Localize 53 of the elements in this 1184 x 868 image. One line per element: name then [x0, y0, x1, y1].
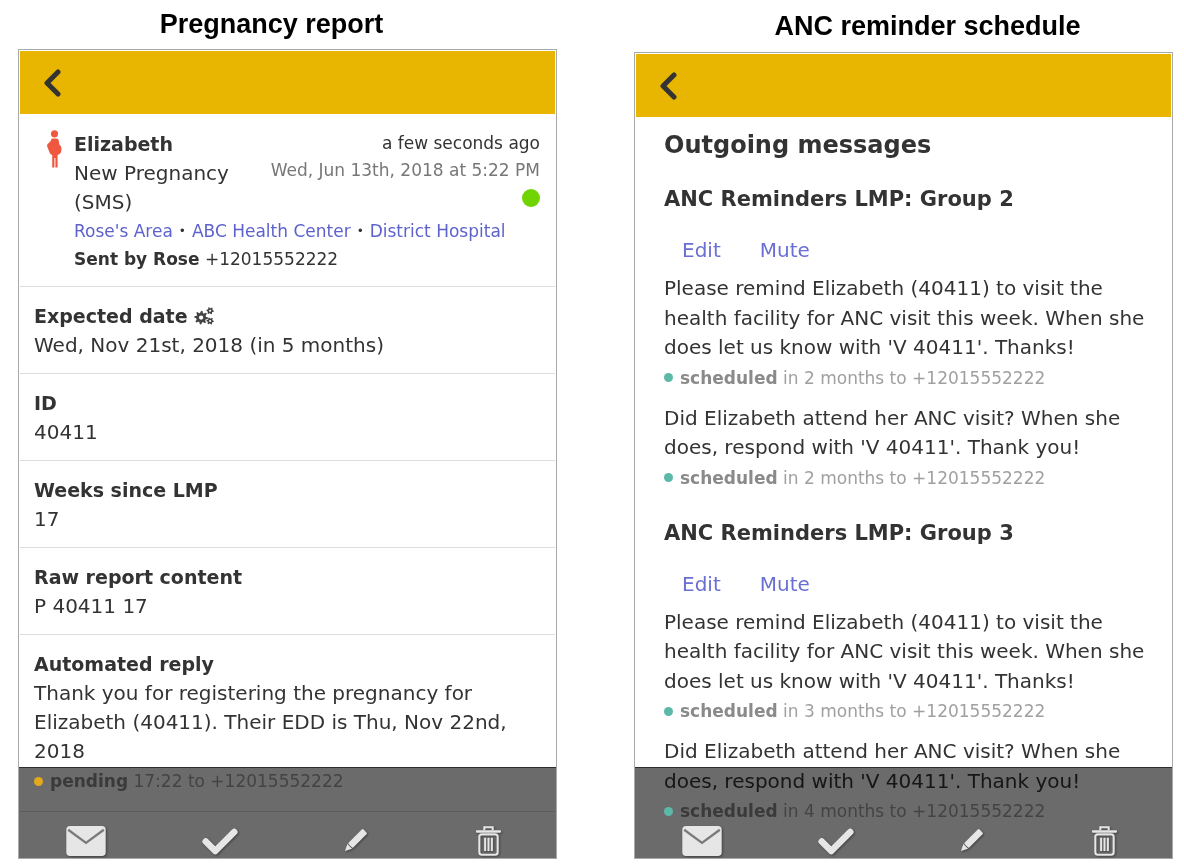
field-label: Automated reply	[34, 652, 214, 677]
trash-icon	[1091, 826, 1119, 856]
message-text: Did Elizabeth attend her ANC visit? When she does, respond with 'V 40411'. Thank you!	[664, 738, 1122, 795]
message-text: Did Elizabeth attend her ANC visit? When she does, respond with 'V 40411'. Thank you!	[664, 404, 1122, 461]
reply-text: Thank you for registering the pregnancy for Elizabeth (40411). Their EDD is Thu, Nov 22nd, 2018	[34, 680, 508, 765]
message-text: Please remind Elizabeth (40411) to visit the health facility for ANC visit this week. When she does let us know with 'V 40411'. Thanks!	[664, 608, 1146, 695]
field-value: 17	[34, 506, 60, 533]
place-link[interactable]: Rose's Area	[74, 217, 173, 245]
panel-caption: Pregnancy report	[159, 9, 384, 40]
field-label: Expected date	[34, 304, 188, 329]
group-title: ANC Reminders LMP: Group 2	[664, 186, 1014, 213]
message-text: Please remind Elizabeth (40411) to visit the health facility for ANC visit this week. When she does let us know with 'V 40411'. Thanks!	[664, 275, 1146, 361]
report-timestamp: Wed, Jun 13th, 2018 at 5:22 PM	[270, 159, 540, 182]
action-link[interactable]: Edit	[682, 235, 721, 265]
field-label: ID	[34, 391, 57, 416]
message-button[interactable]	[66, 826, 107, 856]
message-status: scheduled in 2 months to +12015552222	[680, 466, 1046, 490]
message-status: scheduled in 3 months to +12015552222	[680, 700, 1046, 723]
checkmark-icon	[202, 827, 239, 855]
place-link[interactable]: ABC Health Center	[191, 217, 351, 245]
action-link[interactable]: Edit	[682, 568, 721, 599]
delete-button[interactable]	[1091, 826, 1119, 856]
action-link[interactable]: Mute	[759, 568, 810, 599]
place-link[interactable]: District Hospital	[369, 217, 506, 245]
separator-dot: •	[178, 223, 186, 240]
separator-dot: •	[356, 223, 364, 240]
pregnant-woman-icon	[46, 130, 62, 168]
patient-name: Elizabeth	[74, 132, 173, 157]
back-icon	[659, 71, 677, 100]
delete-button[interactable]	[475, 826, 503, 856]
panel-caption: ANC reminder schedule	[774, 10, 1081, 42]
sender-line: Sent by Rose +12015552222	[74, 248, 339, 271]
verify-button[interactable]	[202, 827, 239, 855]
field-label: Raw report content	[34, 565, 243, 590]
envelope-icon	[682, 826, 723, 856]
checkmark-icon	[818, 827, 855, 855]
form-name: New Pregnancy (SMS)	[74, 160, 230, 216]
field-value: Wed, Nov 21st, 2018 (in 5 months)	[34, 332, 384, 359]
back-icon	[43, 68, 61, 97]
field-value: 40411	[34, 419, 98, 446]
group-title: ANC Reminders LMP: Group 3	[664, 519, 1014, 547]
back-button[interactable]	[659, 71, 677, 100]
relative-time: a few seconds ago	[381, 132, 540, 155]
trash-icon	[475, 826, 503, 856]
action-link[interactable]: Mute	[759, 235, 810, 265]
field-value: P 40411 17	[34, 593, 148, 620]
section-heading: Outgoing messages	[664, 130, 932, 161]
verify-button[interactable]	[818, 827, 855, 855]
envelope-icon	[66, 826, 107, 856]
field-label: Weeks since LMP	[34, 478, 218, 503]
message-button[interactable]	[682, 826, 723, 856]
message-status: scheduled in 2 months to +12015552222	[680, 366, 1046, 390]
back-button[interactable]	[43, 68, 61, 97]
